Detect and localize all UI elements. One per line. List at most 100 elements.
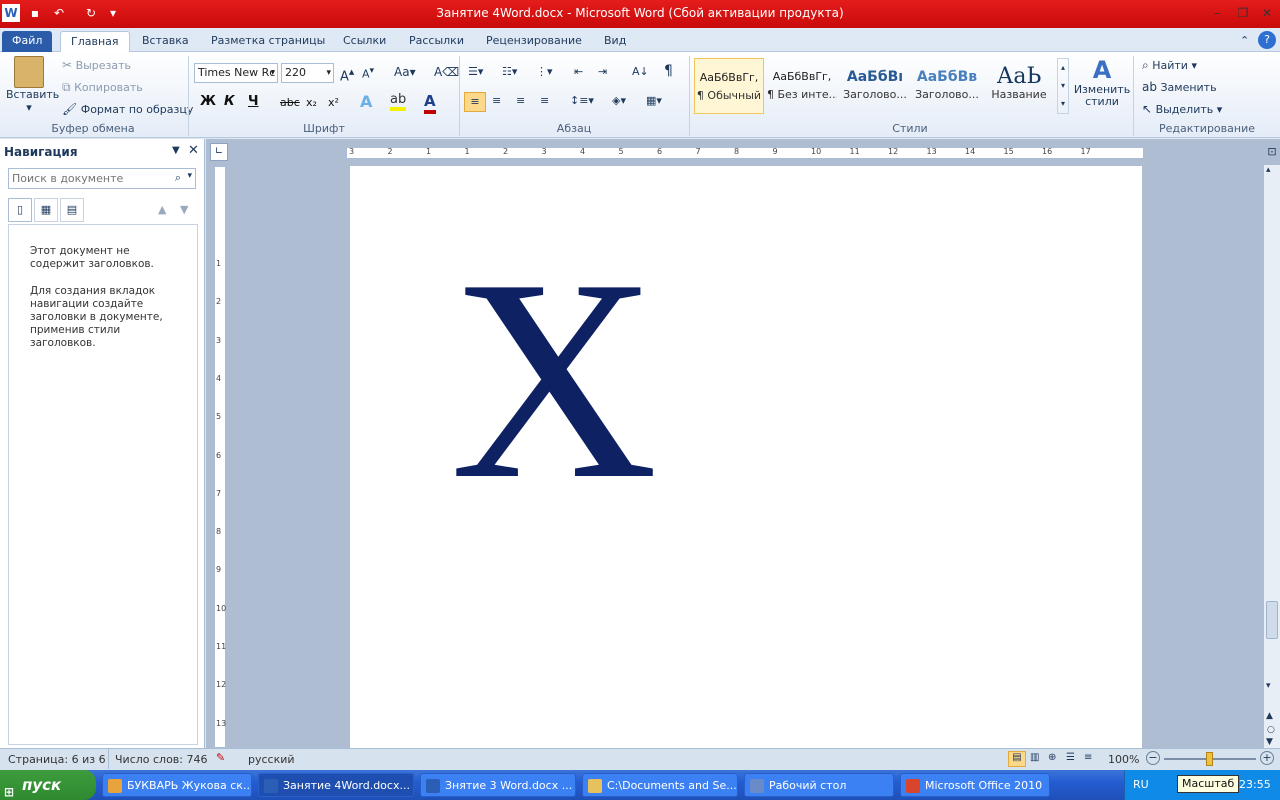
prev-heading-icon[interactable]: ▲ [158, 203, 166, 216]
sort-icon[interactable]: A↓ [632, 65, 649, 78]
taskbar-item-desktop[interactable]: Рабочий стол [744, 773, 894, 797]
bold-button[interactable]: Ж [200, 94, 216, 109]
browse-object-icon[interactable]: ○ [1267, 725, 1275, 735]
clock[interactable]: 23:55 [1239, 778, 1271, 791]
collapse-ribbon-icon[interactable]: ⌃ [1236, 31, 1253, 52]
strikethrough-button[interactable]: abc [280, 96, 300, 109]
tab-file[interactable]: Файл [2, 31, 53, 52]
tab-view[interactable]: Вид [594, 31, 636, 52]
taskbar-item-word[interactable]: Знятие 3 Word.docx ... [420, 773, 576, 797]
zoom-level[interactable]: 100% [1108, 753, 1139, 766]
tab-home[interactable]: Главная [60, 31, 130, 52]
results-tab-icon[interactable]: ▤ [60, 198, 84, 222]
pilcrow-icon[interactable]: ¶ [664, 63, 673, 79]
tab-page-layout[interactable]: Разметка страницы [201, 31, 335, 52]
paste-button[interactable]: Вставить ▾ [6, 56, 59, 114]
horizontal-ruler[interactable]: 3 2 1 1 2 3 4 5 6 7 8 9 10 11 12 13 14 15 16 17 [346, 147, 1144, 159]
zoom-in-icon[interactable]: + [1260, 751, 1274, 765]
text-effects-icon[interactable]: A [360, 92, 372, 111]
vertical-scrollbar[interactable]: ▴ ▾ ▲ ○ ▼ [1264, 165, 1280, 748]
proofing-icon[interactable]: ✎ [216, 751, 225, 764]
style-heading2[interactable]: АаБбВв Заголово... [912, 58, 982, 114]
font-color-icon[interactable]: A [424, 92, 436, 114]
headings-tab-icon[interactable]: ▯ [8, 198, 32, 222]
font-name-combo[interactable]: Times New Rc ▾ [194, 63, 278, 83]
increase-indent-icon[interactable]: ⇥ [598, 65, 607, 78]
underline-button[interactable]: Ч [248, 94, 259, 109]
zoom-out-icon[interactable]: − [1146, 751, 1160, 765]
minimize-button[interactable]: – [1206, 4, 1228, 22]
align-left-button[interactable]: ≡ [464, 92, 486, 112]
keyboard-language[interactable]: RU [1133, 778, 1149, 791]
scroll-up-icon[interactable]: ▴ [1266, 165, 1271, 175]
reading-view-icon[interactable]: ▥ [1030, 752, 1039, 763]
next-page-icon[interactable]: ▼ [1266, 737, 1273, 747]
highlight-icon[interactable]: ab [390, 92, 407, 111]
tab-insert[interactable]: Вставка [132, 31, 199, 52]
format-painter-button[interactable]: 🖌 Формат по образцу [62, 102, 193, 116]
prev-page-icon[interactable]: ▲ [1266, 711, 1273, 721]
multilevel-list-icon[interactable]: ⋮▾ [536, 65, 553, 78]
next-heading-icon[interactable]: ▼ [180, 203, 188, 216]
replace-button[interactable]: ab Заменить [1142, 80, 1217, 94]
borders-icon[interactable]: ▦▾ [646, 94, 662, 107]
select-button[interactable]: ↖ Выделить ▾ [1142, 102, 1222, 116]
italic-button[interactable]: К [224, 94, 235, 109]
bullets-icon[interactable]: ☰▾ [468, 65, 483, 78]
zoom-slider-thumb[interactable] [1206, 752, 1213, 766]
web-layout-icon[interactable]: ⊕ [1048, 752, 1056, 763]
word-count[interactable]: Число слов: 746 [115, 753, 208, 766]
chevron-down-icon[interactable]: ▼ [172, 145, 180, 156]
search-icon[interactable]: ⌕ [175, 171, 181, 185]
help-icon[interactable]: ? [1258, 31, 1276, 49]
superscript-button[interactable]: x² [328, 96, 339, 109]
restore-button[interactable]: ❐ [1232, 4, 1254, 22]
pages-tab-icon[interactable]: ▦ [34, 198, 58, 222]
taskbar-item-word-active[interactable]: Занятие 4Word.docx... [258, 773, 414, 797]
vertical-ruler[interactable]: 1 2 3 4 5 6 7 8 9 10 11 12 13 [214, 166, 226, 748]
chevron-down-icon[interactable]: ▾ [187, 171, 192, 181]
shading-icon[interactable]: ◈▾ [612, 94, 626, 107]
styles-scroll[interactable]: ▴ ▾ ▾ [1057, 58, 1069, 114]
align-center-icon[interactable]: ≡ [492, 94, 501, 107]
shrink-font-icon[interactable]: A▾ [362, 65, 374, 81]
scroll-thumb[interactable] [1266, 601, 1278, 639]
start-button[interactable]: ⊞ пуск [0, 770, 96, 800]
grow-font-icon[interactable]: A▴ [340, 65, 354, 84]
change-styles-button[interactable]: A Изменить стили [1072, 56, 1132, 108]
copy-button[interactable]: ⧉ Копировать [62, 80, 143, 95]
scroll-down-icon[interactable]: ▾ [1266, 681, 1271, 691]
cut-button[interactable]: ✂ Вырезать [62, 58, 131, 72]
page-count[interactable]: Страница: 6 из 6 [8, 753, 106, 766]
tab-selector-icon[interactable]: ∟ [210, 143, 228, 161]
find-button[interactable]: ⌕ Найти ▾ [1142, 58, 1197, 73]
decrease-indent-icon[interactable]: ⇤ [574, 65, 583, 78]
taskbar-item-office[interactable]: Microsoft Office 2010 [900, 773, 1050, 797]
justify-icon[interactable]: ≡ [540, 94, 549, 107]
subscript-button[interactable]: x₂ [306, 96, 317, 109]
tab-mailings[interactable]: Рассылки [399, 31, 474, 52]
document-page[interactable]: X [350, 166, 1142, 748]
print-layout-icon[interactable]: ▤ [1008, 751, 1026, 767]
line-spacing-icon[interactable]: ↕≡▾ [570, 94, 594, 107]
taskbar-item-folder[interactable]: C:\Documents and Se... [582, 773, 738, 797]
close-icon[interactable]: ✕ [188, 143, 199, 158]
view-ruler-icon[interactable]: ⊡ [1264, 145, 1280, 165]
style-heading1[interactable]: АаБбВı Заголово... [840, 58, 910, 114]
taskbar-item-browser[interactable]: БУКВАРЬ Жукова ск... [102, 773, 252, 797]
draft-icon[interactable]: ≡ [1084, 752, 1092, 763]
language-indicator[interactable]: русский [248, 753, 295, 766]
style-title[interactable]: АаЬ Название [984, 58, 1054, 114]
style-no-spacing[interactable]: АаБбВвГг, ¶ Без инте... [767, 58, 837, 114]
clear-format-icon[interactable]: A⌫ [434, 65, 459, 79]
font-size-combo[interactable]: 220 ▾ [281, 63, 334, 83]
align-right-icon[interactable]: ≡ [516, 94, 525, 107]
style-normal[interactable]: АаБбВвГг, ¶ Обычный [694, 58, 764, 114]
tab-review[interactable]: Рецензирование [476, 31, 592, 52]
tab-references[interactable]: Ссылки [333, 31, 396, 52]
numbering-icon[interactable]: ☷▾ [502, 65, 517, 78]
search-input[interactable] [9, 169, 159, 188]
nav-search-box[interactable]: ⌕ ▾ [8, 168, 196, 189]
change-case-icon[interactable]: Aa▾ [394, 65, 416, 79]
outline-icon[interactable]: ☰ [1066, 752, 1075, 763]
